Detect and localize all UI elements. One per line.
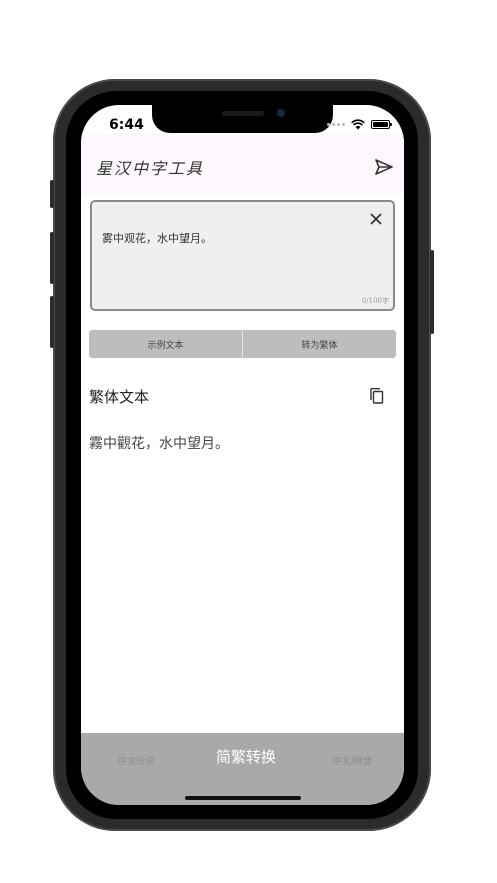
volume-up-button xyxy=(50,232,54,284)
app-title: 星汉中字工具 xyxy=(96,159,205,178)
close-icon[interactable] xyxy=(369,212,383,226)
signal-icon xyxy=(327,123,345,126)
tab-simplified-traditional[interactable]: 简繁转换 xyxy=(216,746,276,767)
camera xyxy=(277,109,285,117)
wifi-icon xyxy=(351,119,365,130)
action-buttons: 示例文本 转为繁体 xyxy=(89,330,396,358)
result-text: 霧中觀花，水中望月。 xyxy=(89,436,229,452)
char-counter: 0/100字 xyxy=(361,297,389,305)
tab-bar: 中文分词 简繁转换 中文/拼音 xyxy=(81,733,404,805)
power-button xyxy=(430,250,434,334)
convert-button[interactable]: 转为繁体 xyxy=(243,330,396,358)
sample-text-button[interactable]: 示例文本 xyxy=(89,330,242,358)
app-header: 星汉中字工具 xyxy=(81,133,404,195)
status-icons xyxy=(327,119,392,130)
copy-icon[interactable] xyxy=(369,387,385,405)
mute-switch xyxy=(50,180,54,208)
tab-word-segmentation[interactable]: 中文分词 xyxy=(118,754,154,767)
send-icon[interactable] xyxy=(374,157,394,177)
tab-pinyin[interactable]: 中文/拼音 xyxy=(333,754,372,767)
input-text[interactable]: 雾中观花，水中望月。 xyxy=(102,230,212,246)
speaker xyxy=(222,111,264,116)
volume-down-button xyxy=(50,296,54,348)
notch xyxy=(152,105,333,133)
screen: 6:44 星汉中字工具 雾中观花，水中望月。 0/100字 示例文本 转为繁体 … xyxy=(81,105,404,805)
home-indicator xyxy=(185,796,301,800)
result-title: 繁体文本 xyxy=(89,388,150,406)
battery-icon xyxy=(371,120,392,129)
input-textarea[interactable]: 雾中观花，水中望月。 0/100字 xyxy=(90,200,395,311)
status-time: 6:44 xyxy=(109,117,144,133)
